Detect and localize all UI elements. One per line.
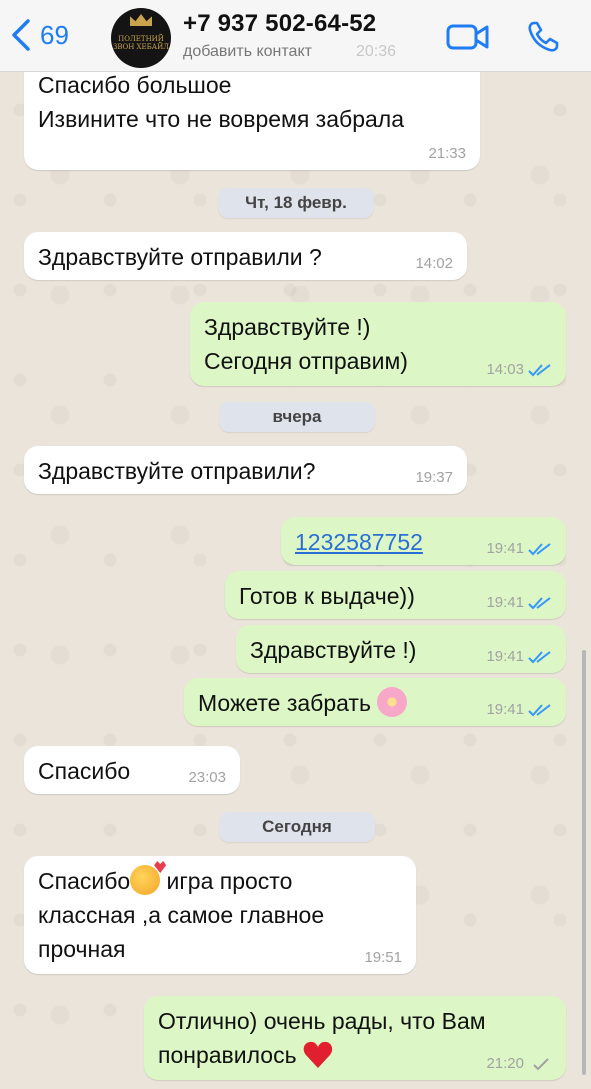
- incoming-message[interactable]: Здравствуйте отправили? 19:37: [24, 446, 467, 494]
- chevron-left-icon: [12, 19, 30, 51]
- add-contact-link[interactable]: добавить контакт: [183, 43, 312, 61]
- double-check-icon: [528, 651, 551, 664]
- video-call-icon[interactable]: [446, 22, 490, 52]
- double-check-icon: [528, 704, 551, 717]
- message-line: Отлично) очень рады, что Вам: [158, 1008, 486, 1034]
- incoming-message[interactable]: Здравствуйте отправили ? 14:02: [24, 232, 467, 280]
- unread-count: 69: [40, 19, 69, 50]
- message-time: 19:41: [486, 702, 552, 718]
- avatar-logo-text: ПОЛЕТНИЙ ЗВОН ХЕБАЙЛ: [112, 35, 170, 51]
- message-time: 21:20: [486, 1056, 552, 1072]
- incoming-message[interactable]: Спасибо игра просто классная ,а самое гл…: [24, 856, 416, 974]
- phone-call-icon[interactable]: [526, 20, 560, 54]
- message-time: 19:51: [364, 949, 402, 966]
- message-time: 14:03: [486, 362, 552, 378]
- outgoing-message[interactable]: 1232587752 19:41: [281, 517, 566, 565]
- chat-header: 69 ПОЛЕТНИЙ ЗВОН ХЕБАЙЛ +7 937 502-64-52…: [0, 0, 591, 72]
- double-check-icon: [528, 597, 551, 610]
- outgoing-message[interactable]: Отлично) очень рады, что Вам понравилось…: [144, 996, 566, 1080]
- message-line: Здравствуйте !): [204, 314, 371, 340]
- date-separator: Сегодня: [219, 812, 375, 842]
- smiling-face-with-hearts-icon: [130, 865, 161, 895]
- message-line: Спасибо большое: [38, 72, 232, 98]
- date-separator: Чт, 18 февр.: [218, 188, 374, 218]
- message-line: Спасибо игра просто: [38, 864, 402, 898]
- avatar[interactable]: ПОЛЕТНИЙ ЗВОН ХЕБАЙЛ: [111, 8, 171, 68]
- header-faded-time: 20:36: [356, 43, 397, 60]
- double-check-icon: [528, 364, 551, 377]
- message-time: 21:33: [428, 145, 466, 162]
- message-line: Здравствуйте отправили ?: [38, 244, 322, 270]
- outgoing-message[interactable]: Готов к выдаче)) 19:41: [225, 571, 566, 619]
- red-heart-icon: [303, 1041, 333, 1069]
- incoming-message[interactable]: Спасибо большое Извините что не вовремя …: [24, 58, 480, 170]
- message-time: 19:41: [486, 649, 552, 665]
- message-line: Здравствуйте отправили?: [38, 458, 316, 484]
- message-line: прочная: [38, 936, 126, 962]
- incoming-message[interactable]: Спасибо 23:03: [24, 746, 240, 794]
- scrollbar[interactable]: [582, 650, 586, 1075]
- outgoing-message[interactable]: Можете забрать 19:41: [184, 678, 566, 726]
- message-time: 19:41: [486, 541, 552, 557]
- message-time: 23:03: [188, 769, 226, 786]
- date-separator: вчера: [219, 402, 375, 432]
- cherry-blossom-icon: [377, 687, 408, 717]
- crown-icon: [130, 14, 152, 26]
- double-check-icon: [528, 543, 551, 556]
- back-button[interactable]: 69: [10, 18, 69, 52]
- single-check-icon: [533, 1058, 549, 1071]
- message-line: Извините что не вовремя забрала: [38, 106, 404, 132]
- outgoing-message[interactable]: Здравствуйте !) 19:41: [236, 625, 566, 673]
- outgoing-message[interactable]: Здравствуйте !) Сегодня отправим) 14:03: [190, 302, 566, 386]
- message-line: классная ,а самое главное: [38, 902, 325, 928]
- contact-name[interactable]: +7 937 502-64-52: [183, 10, 376, 38]
- message-time: 19:41: [486, 595, 552, 611]
- message-time: 14:02: [415, 255, 453, 272]
- message-time: 19:37: [415, 469, 453, 486]
